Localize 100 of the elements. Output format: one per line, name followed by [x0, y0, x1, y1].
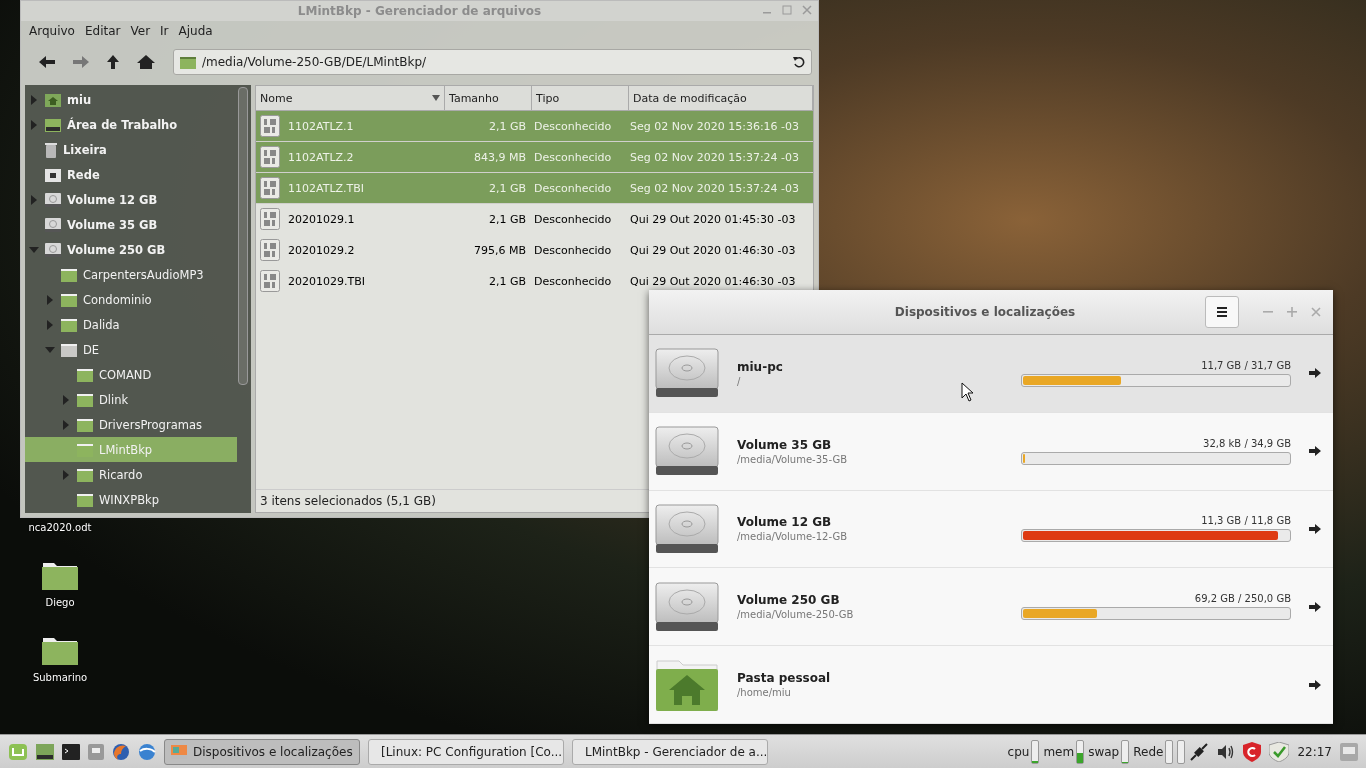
home-icon[interactable]: [137, 55, 155, 69]
expander-icon[interactable]: [63, 469, 69, 480]
device-row[interactable]: Volume 250 GB /media/Volume-250-GB 69,2 GB / 250,0 GB: [649, 568, 1333, 647]
close-icon[interactable]: [802, 5, 812, 15]
arrow-right-icon[interactable]: [1309, 523, 1321, 534]
expander-icon[interactable]: [47, 294, 53, 305]
file-row[interactable]: 20201029.2 795,6 MB Desconhecido Qui 29 Out 2020 01:46:30 -03: [256, 235, 813, 266]
menu-item[interactable]: Arquivo: [29, 24, 75, 40]
menu-item[interactable]: Ajuda: [178, 24, 213, 40]
arrow-right-icon[interactable]: [1309, 446, 1321, 457]
volume-icon[interactable]: [1217, 743, 1236, 760]
reload-icon[interactable]: [793, 56, 805, 68]
device-name: Volume 250 GB: [737, 593, 841, 608]
menu-item[interactable]: Ver: [130, 24, 151, 40]
file-row[interactable]: 20201029.1 2,1 GB Desconhecido Qui 29 Out 2020 01:45:30 -03: [256, 204, 813, 235]
shield-check-icon[interactable]: [1269, 741, 1290, 762]
desktop-folder-icon: [45, 117, 61, 132]
path-field[interactable]: /media/Volume-250-GB/DE/LMintBkp/: [173, 49, 812, 75]
close-icon[interactable]: [1311, 306, 1321, 317]
taskbar-window-button[interactable]: Dispositivos e localizações: [164, 738, 360, 765]
maximize-icon[interactable]: [1287, 306, 1297, 317]
expander-icon[interactable]: [47, 319, 53, 330]
column-header[interactable]: Data de modificação: [629, 86, 813, 110]
sidebar-item[interactable]: Dalida: [25, 312, 237, 337]
sidebar-item[interactable]: COMAND: [25, 362, 237, 387]
file-size: 2,1 GB: [487, 181, 527, 195]
expander-icon[interactable]: [31, 94, 37, 105]
home-folder-icon: [45, 92, 61, 107]
desktop-icon[interactable]: [36, 743, 54, 760]
folder-icon: [77, 367, 93, 382]
sidebar-item[interactable]: CarpentersAudioMP3: [25, 262, 237, 287]
file-name: 20201029.2: [288, 243, 355, 257]
expander-icon[interactable]: [31, 119, 37, 130]
file-size: 2,1 GB: [487, 119, 527, 133]
taskbar-window-button[interactable]: [Linux: PC Configuration [Co...: [368, 738, 564, 765]
menu-item[interactable]: Editar: [84, 24, 121, 40]
sidebar-item[interactable]: Volume 12 GB: [25, 187, 237, 212]
browser-fox-icon[interactable]: [112, 742, 130, 761]
scrollbar[interactable]: [238, 87, 248, 385]
taskbar-window-button[interactable]: LMintBkp - Gerenciador de a...: [572, 738, 768, 765]
up-arrow-icon[interactable]: [107, 55, 119, 69]
expander-icon[interactable]: [63, 419, 69, 430]
menu-icon: [1217, 306, 1227, 317]
file-type: Desconhecido: [533, 212, 613, 226]
menu-button[interactable]: [1205, 295, 1239, 328]
maximize-icon[interactable]: [782, 5, 792, 15]
folder-icon: [61, 292, 77, 307]
expander-icon[interactable]: [29, 246, 39, 253]
terminal-icon[interactable]: [62, 743, 80, 760]
forward-arrow-icon[interactable]: [73, 56, 89, 68]
menu-item[interactable]: Ir: [160, 24, 169, 40]
file-name: 1102ATLZ.TBI: [288, 181, 365, 195]
device-name: Volume 12 GB: [737, 515, 833, 530]
file-size: 843,9 MB: [472, 150, 527, 164]
file-type: Desconhecido: [533, 243, 613, 257]
arrow-right-icon[interactable]: [1309, 679, 1321, 690]
expander-icon[interactable]: [63, 394, 69, 405]
sidebar-item[interactable]: Ricardo: [25, 462, 237, 487]
desktop-icon-label[interactable]: Submarino: [32, 672, 88, 683]
file-row[interactable]: 20201029.TBI 2,1 GB Desconhecido Qui 29 Out 2020 01:46:30 -03: [256, 266, 813, 297]
file-type: Desconhecido: [533, 119, 613, 133]
expander-icon[interactable]: [45, 346, 55, 353]
sidebar-item[interactable]: Volume 35 GB: [25, 212, 237, 237]
sidebar-item[interactable]: Dlink: [25, 387, 237, 412]
sidebar-item[interactable]: Volume 250 GB: [25, 237, 237, 262]
usage-text: 32,8 kB / 34,9 GB: [1203, 437, 1291, 449]
globe-icon[interactable]: [138, 742, 156, 761]
sidebar-item[interactable]: DriversProgramas: [25, 412, 237, 437]
sidebar-item[interactable]: Área de Trabalho: [25, 112, 237, 137]
back-arrow-icon[interactable]: [39, 56, 55, 68]
desktop-icon-label[interactable]: nca2020.odt: [28, 522, 92, 533]
device-row[interactable]: Volume 12 GB /media/Volume-12-GB 11,3 GB / 11,8 GB: [649, 490, 1333, 569]
shield-icon[interactable]: [1243, 741, 1262, 762]
device-row[interactable]: Pasta pessoal /home/miu: [649, 646, 1333, 725]
sidebar-item[interactable]: WINXPBkp: [25, 487, 237, 512]
column-header[interactable]: Nome: [256, 86, 445, 110]
expander-icon[interactable]: [31, 194, 37, 205]
monitor-label: Rede: [1133, 744, 1164, 759]
sort-arrow-icon: [432, 95, 440, 101]
show-desktop-icon[interactable]: [1340, 742, 1358, 761]
arrow-right-icon[interactable]: [1309, 601, 1321, 612]
file-date: Seg 02 Nov 2020 15:37:24 -03: [629, 181, 801, 195]
arrow-right-icon[interactable]: [1309, 368, 1321, 379]
sidebar-item[interactable]: miu: [25, 87, 237, 112]
drive-icon[interactable]: [88, 743, 104, 760]
device-row[interactable]: Volume 35 GB /media/Volume-35-GB 32,8 kB / 34,9 GB: [649, 412, 1333, 491]
sidebar-item[interactable]: Rede: [25, 162, 237, 187]
column-header[interactable]: Tamanho: [445, 86, 532, 110]
device-path: /media/Volume-12-GB: [737, 531, 848, 543]
device-row[interactable]: miu-pc / 11,7 GB / 31,7 GB: [649, 334, 1333, 413]
sidebar-item[interactable]: Lixeira: [25, 137, 237, 162]
file-name: 1102ATLZ.2: [288, 150, 354, 164]
sidebar-item[interactable]: Condominio: [25, 287, 237, 312]
column-header[interactable]: Tipo: [532, 86, 629, 110]
sidebar-item[interactable]: DE: [25, 337, 237, 362]
file-date: Seg 02 Nov 2020 15:36:16 -03: [629, 119, 801, 133]
desktop-icon-label[interactable]: Diego: [45, 597, 75, 608]
mint-logo-icon[interactable]: [8, 742, 28, 761]
network-plug-icon[interactable]: [1189, 741, 1210, 762]
file-date: Qui 29 Out 2020 01:45:30 -03: [629, 212, 797, 226]
